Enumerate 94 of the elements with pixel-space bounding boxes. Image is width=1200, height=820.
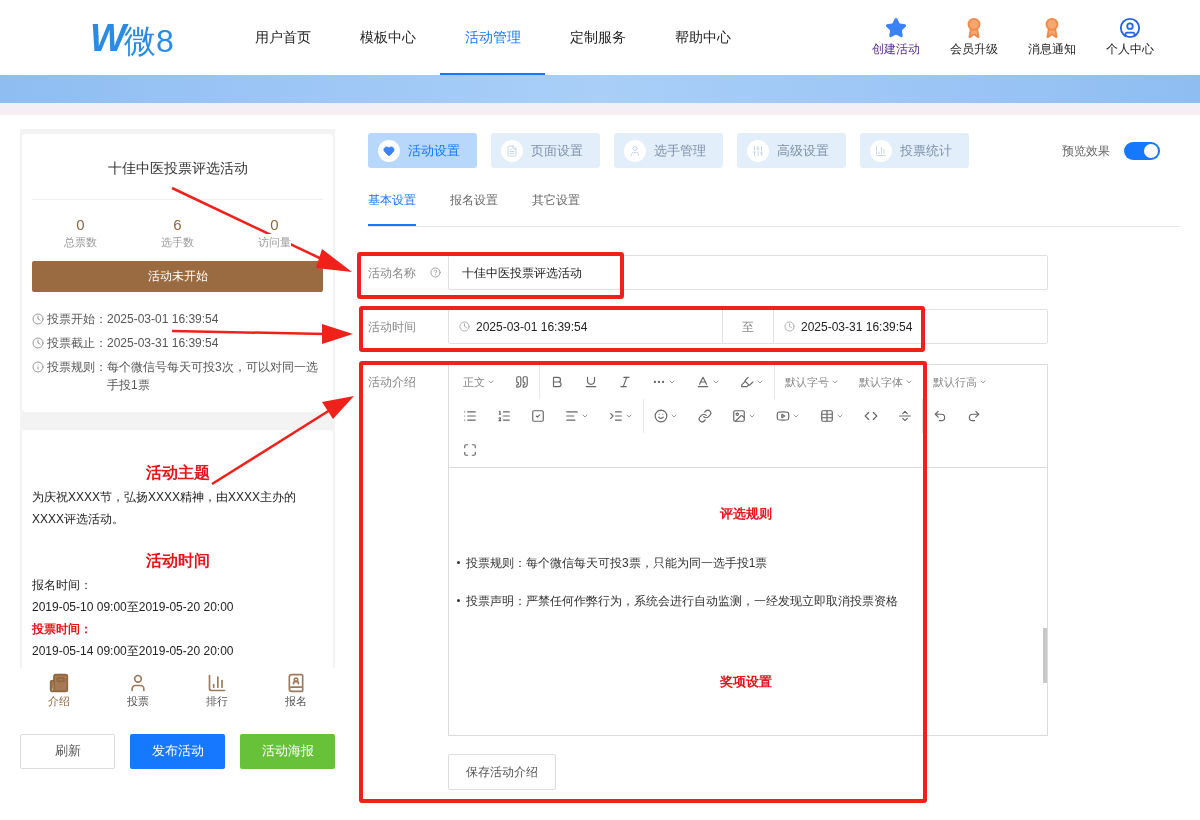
bar-chart-icon (206, 673, 227, 694)
end-time-field[interactable]: 2025-03-31 16:39:54 (773, 310, 923, 343)
align-icon (565, 409, 579, 423)
highlight-icon (740, 375, 754, 389)
line-height-dropdown[interactable]: 默认行高 (923, 365, 997, 399)
header-action[interactable]: 创建活动 (866, 17, 926, 58)
logo[interactable]: W微8 (90, 18, 210, 57)
stat-label: 访问量 (258, 234, 291, 251)
emoji-icon (654, 409, 668, 423)
image-icon (732, 409, 746, 423)
publish-button[interactable]: 发布活动 (130, 733, 225, 769)
info-label: 投票规则： (47, 358, 107, 376)
chart-icon (870, 139, 892, 162)
preview-toggle[interactable] (1124, 141, 1160, 160)
preview-nav-item[interactable]: 排行 (205, 673, 228, 710)
caret-icon (979, 378, 987, 386)
sub-tab[interactable]: 报名设置 (450, 191, 498, 226)
caret-icon (712, 378, 720, 386)
paragraph-dropdown[interactable]: 正文 (453, 365, 505, 399)
caret-icon (756, 378, 764, 386)
stat-label: 总票数 (64, 234, 97, 251)
nav-tab[interactable]: 模板中心 (335, 0, 440, 75)
section-text: 为庆祝XXXX节，弘扬XXXX精神，由XXXX主办的XXXX评选活动。 (32, 488, 298, 528)
clock-icon (32, 312, 44, 325)
header-action[interactable]: 会员升级 (944, 17, 1004, 58)
refresh-button[interactable]: 刷新 (20, 733, 115, 769)
range-separator: 至 (741, 318, 755, 336)
section-label: 投票时间： (32, 620, 93, 638)
sliders-icon (747, 139, 769, 162)
bullet-item: 投票声明：严禁任何作弊行为，系统会进行自动监测，一经发现立即取消投票资格 (457, 591, 1035, 610)
table-icon (820, 409, 834, 423)
indent-icon (609, 409, 623, 423)
field-label: 活动时间 (368, 318, 417, 336)
section-text: 报名时间： (32, 576, 93, 594)
info-value: 每个微信号每天可投3次，可以对同一选手投1票 (107, 358, 319, 394)
scrollbar[interactable] (1043, 628, 1047, 683)
nav-tab[interactable]: 用户首页 (230, 0, 335, 75)
caret-icon (581, 412, 589, 420)
user-icon (1119, 17, 1141, 39)
caret-icon (625, 412, 633, 420)
clock-icon (459, 321, 470, 332)
info-value: 2025-03-01 16:39:54 (107, 310, 219, 328)
star-icon (885, 17, 907, 39)
user-icon (624, 139, 646, 162)
info-icon (32, 360, 44, 373)
name-field[interactable]: 十佳中医投票评选活动 (448, 255, 1048, 290)
page-icon (501, 139, 523, 162)
info-label: 投票截止： (47, 334, 107, 352)
field-label: 活动名称 (368, 264, 417, 282)
section-heading: 活动主题 (144, 462, 211, 483)
preview-nav-item[interactable]: 投票 (127, 673, 150, 710)
section-heading: 活动时间 (144, 550, 211, 571)
status-bar: 活动未开始 (32, 260, 323, 292)
preview-nav-item[interactable]: 介绍 (48, 673, 71, 710)
caret-icon (668, 378, 676, 386)
caret-icon (831, 378, 839, 386)
section-text: 2019-05-10 09:00至2019-05-20 20:00 (32, 598, 235, 616)
section-text: 2019-05-14 09:00至2019-05-20 20:00 (32, 642, 235, 660)
field-label: 活动介绍 (368, 374, 417, 391)
sub-tab[interactable]: 其它设置 (532, 191, 580, 226)
start-time-field[interactable]: 2025-03-01 16:39:54 (449, 310, 723, 343)
font-family-dropdown[interactable]: 默认字体 (849, 365, 923, 399)
caret-icon (487, 378, 495, 386)
stat-value: 0 (76, 216, 85, 234)
nav-tab[interactable]: 定制服务 (545, 0, 650, 75)
caret-icon (670, 412, 678, 420)
font-color-icon (696, 375, 710, 389)
help-icon[interactable] (430, 267, 441, 278)
activity-title: 十佳中医投票评选活动 (32, 134, 323, 200)
info-label: 投票开始： (47, 310, 107, 328)
caret-icon (792, 412, 800, 420)
video-icon (776, 409, 790, 423)
header-action[interactable]: 个人中心 (1100, 17, 1160, 58)
toggle-label: 预览效果 (1062, 142, 1110, 160)
preview-nav-item[interactable]: 报名 (284, 673, 307, 710)
font-size-dropdown[interactable]: 默认字号 (775, 365, 849, 399)
rich-text-editor[interactable]: 正文 默认字号 默认字体 默认行高 评选规则 投票规则：每个微信每天可投3票，只能为同一选手投1票 投票声明：严禁任何作弊行为，系统会进行自动监测，一经发现立即取消投票资格 奖项设置 (448, 364, 1048, 736)
clock-icon (784, 321, 795, 332)
document-icon (49, 673, 70, 694)
save-intro-button[interactable]: 保存活动介绍 (448, 754, 556, 790)
header-action[interactable]: 消息通知 (1022, 17, 1082, 58)
stat-label: 选手数 (161, 234, 194, 251)
nav-tab[interactable]: 帮助中心 (650, 0, 755, 75)
caret-icon (836, 412, 844, 420)
clock-icon (32, 336, 44, 349)
caret-icon (748, 412, 756, 420)
bullet-item: 投票规则：每个微信每天可投3票，只能为同一选手投1票 (457, 553, 1035, 572)
stat-value: 6 (173, 216, 182, 234)
content-heading: 评选规则 (719, 505, 773, 523)
sub-tab[interactable]: 基本设置 (368, 191, 416, 226)
caret-icon (905, 378, 913, 386)
stat-value: 0 (270, 216, 279, 234)
content-heading: 奖项设置 (719, 672, 773, 691)
info-value: 2025-03-31 16:39:54 (107, 334, 219, 352)
